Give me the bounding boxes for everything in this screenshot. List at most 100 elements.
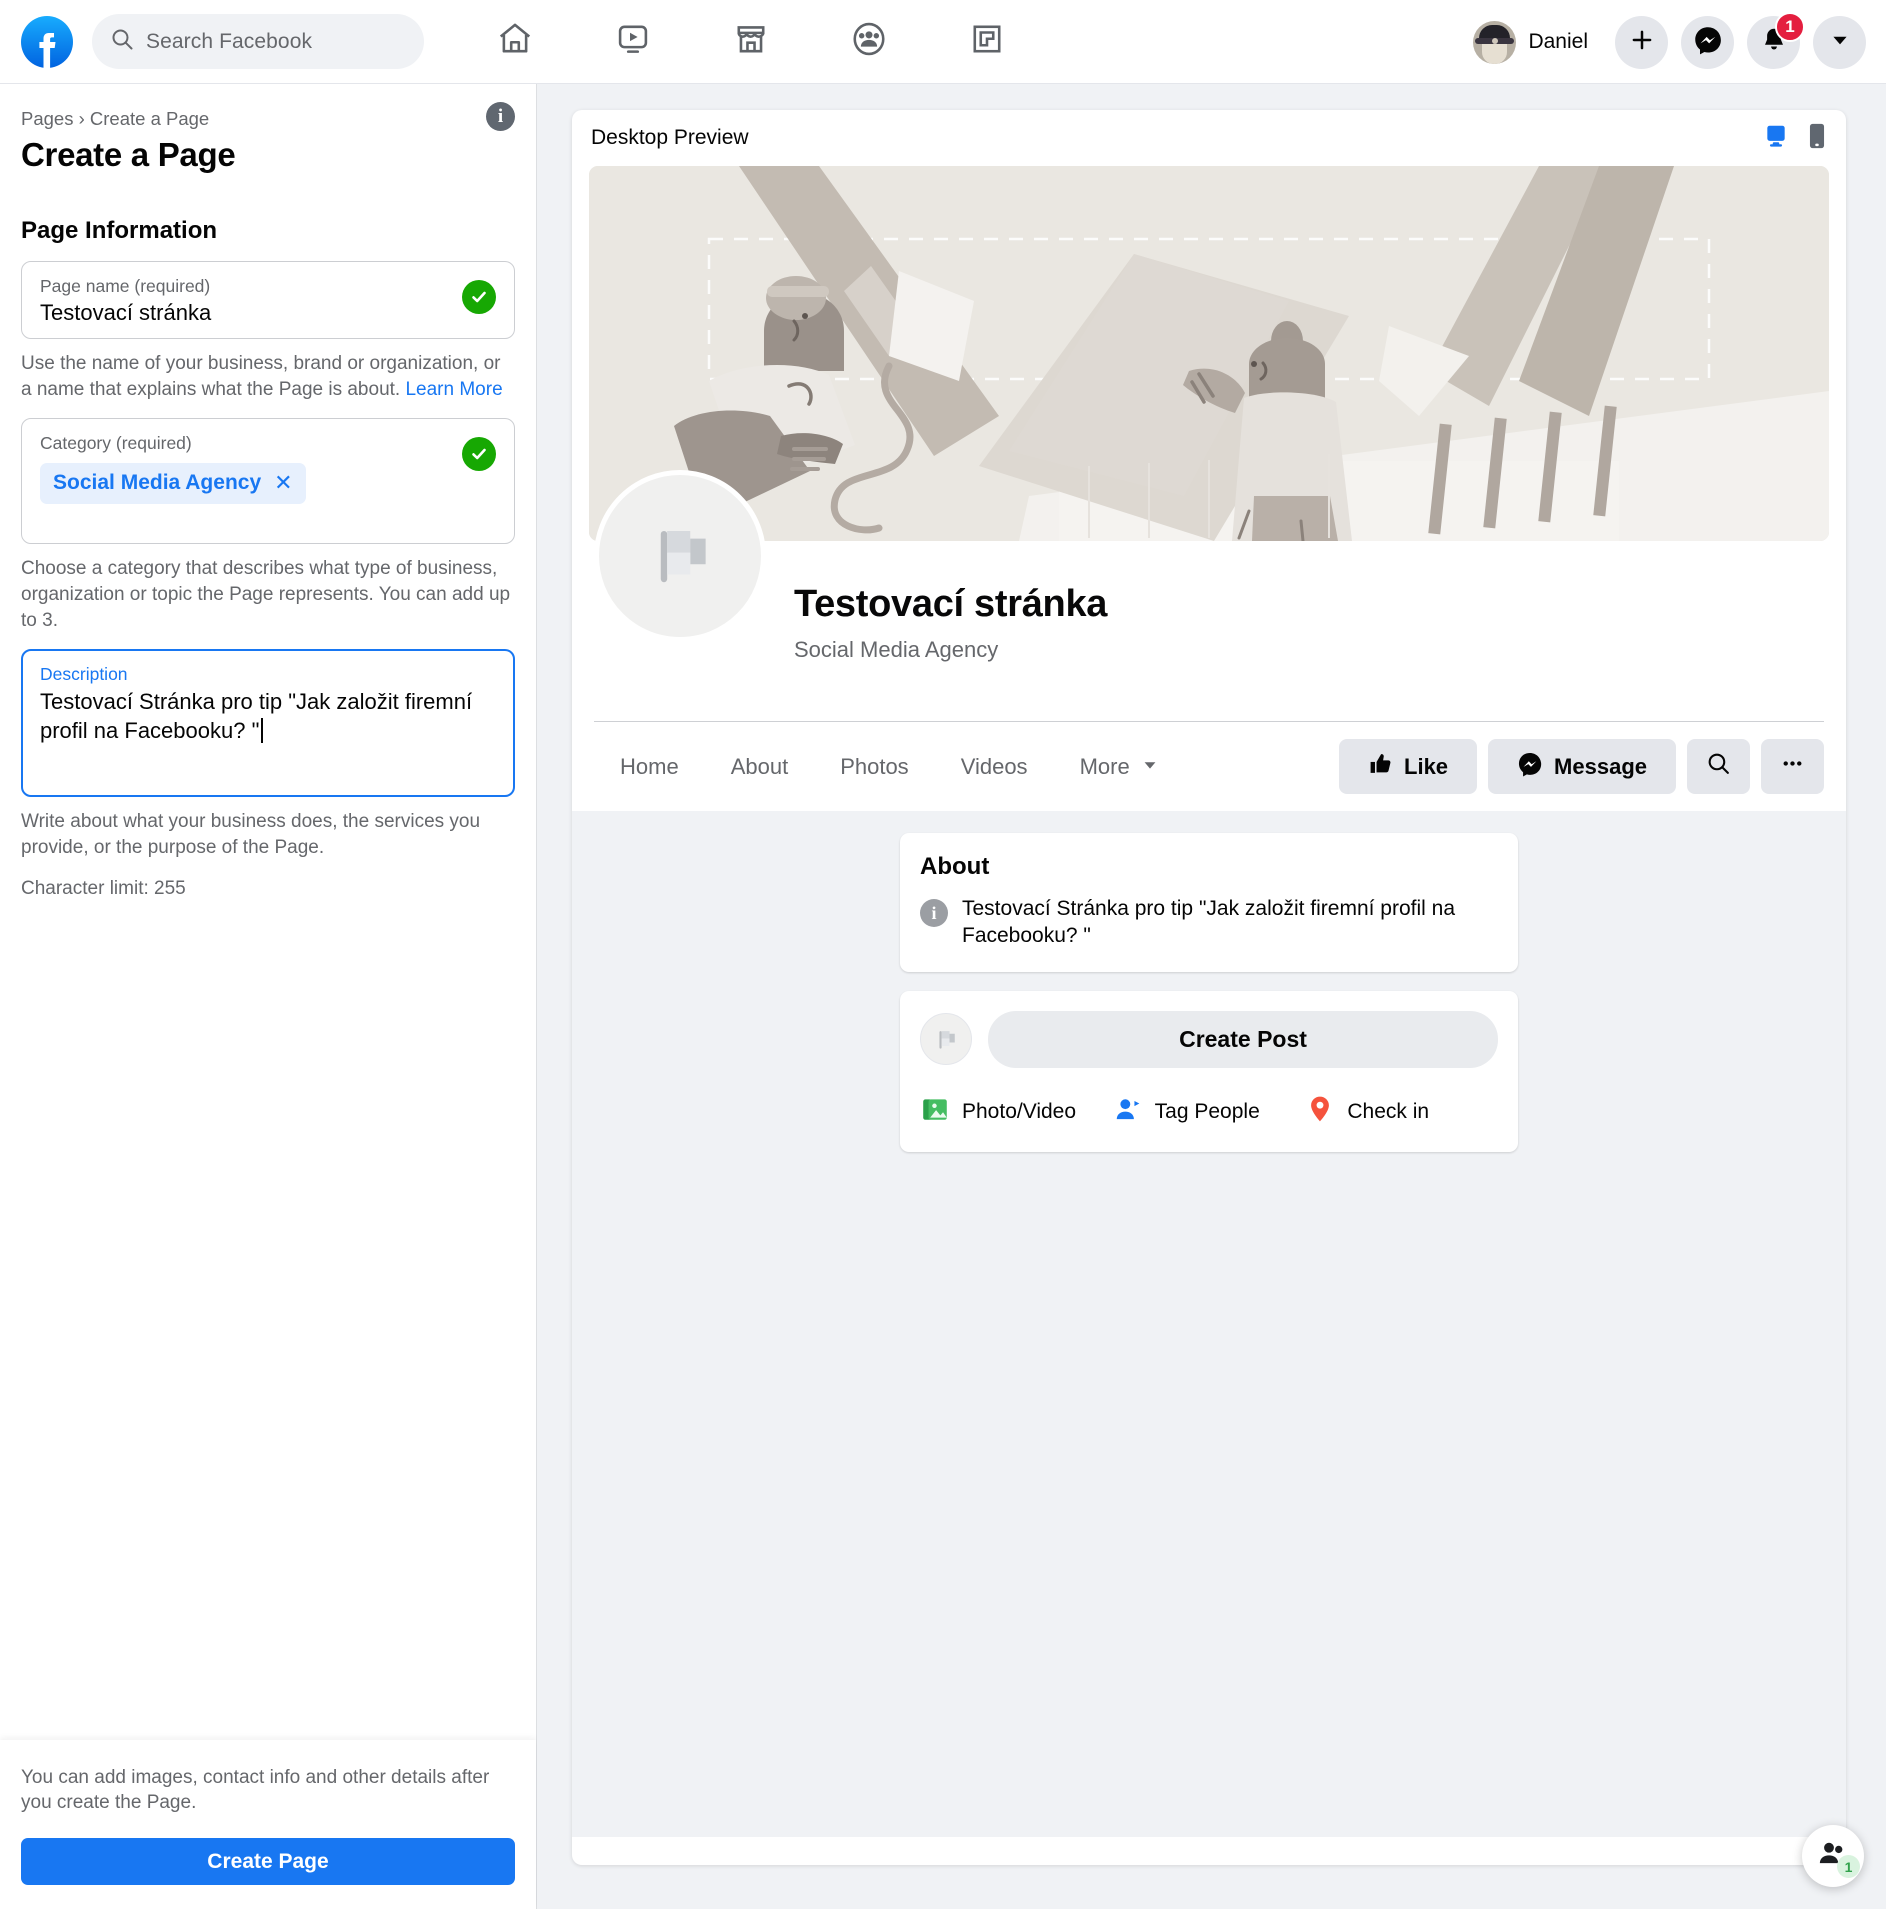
- cover-photo[interactable]: [589, 166, 1829, 541]
- category-field[interactable]: Category (required) Social Media Agency …: [21, 418, 515, 545]
- create-button[interactable]: [1615, 15, 1668, 69]
- desktop-preview-card: Desktop Preview Testovací stránka Social…: [572, 110, 1846, 1865]
- tab-about-label: About: [730, 753, 789, 779]
- tag-people-button[interactable]: Tag People: [1113, 1094, 1306, 1130]
- page-name-label: Page name (required): [40, 276, 211, 296]
- nav-groups[interactable]: [810, 10, 928, 74]
- preview-header: Desktop Preview: [572, 110, 1846, 166]
- ellipsis-icon: [1780, 751, 1805, 782]
- about-card-heading: About: [920, 853, 990, 880]
- main-navigation-icons: [456, 10, 1046, 74]
- page-name-field[interactable]: Page name (required) Testovací stránka: [21, 261, 515, 339]
- tab-about[interactable]: About: [705, 754, 815, 780]
- profile-button[interactable]: Daniel: [1467, 15, 1602, 70]
- mobile-phone-icon[interactable]: [1807, 123, 1827, 154]
- create-post-input[interactable]: Create Post: [988, 1010, 1498, 1068]
- flag-placeholder-icon: [920, 1013, 972, 1066]
- facebook-logo-icon[interactable]: [21, 15, 73, 68]
- footer-note: You can add images, contact info and oth…: [21, 1766, 490, 1814]
- description-text: Testovací Stránka pro tip "Jak založit f…: [40, 689, 473, 744]
- avatar: [1473, 20, 1517, 64]
- tag-people-label: Tag People: [1154, 1099, 1260, 1123]
- check-in-label: Check in: [1347, 1099, 1430, 1123]
- about-card-row: i Testovací Stránka pro tip "Jak založit…: [920, 896, 1498, 950]
- breadcrumb[interactable]: Pages › Create a Page: [21, 108, 515, 130]
- desktop-monitor-icon[interactable]: [1763, 123, 1789, 154]
- nav-marketplace[interactable]: [692, 10, 810, 74]
- plus-icon: [1629, 27, 1655, 58]
- search-placeholder: Search Facebook: [146, 29, 313, 53]
- preview-title: Desktop Preview: [591, 126, 749, 149]
- create-post-actions: Photo/Video Tag People Check in: [920, 1094, 1498, 1130]
- messenger-button[interactable]: [1681, 15, 1734, 69]
- page-tab-bar: Home About Photos Videos More Like Messa…: [594, 721, 1824, 811]
- photo-video-button[interactable]: Photo/Video: [920, 1094, 1113, 1130]
- search-input[interactable]: Search Facebook: [92, 14, 424, 69]
- search-icon: [110, 27, 134, 56]
- page-search-button[interactable]: [1687, 739, 1750, 794]
- create-post-row: Create Post: [920, 1010, 1498, 1068]
- preview-page-category: Social Media Agency: [794, 637, 999, 662]
- nav-home[interactable]: [456, 10, 574, 74]
- home-icon: [496, 20, 534, 63]
- page-more-options-button[interactable]: [1761, 739, 1824, 794]
- search-icon: [1706, 751, 1731, 782]
- cover-photo-illustration: [589, 166, 1829, 541]
- photo-video-icon: [920, 1094, 950, 1130]
- page-action-buttons: Like Message: [1339, 739, 1824, 794]
- page-name-help: Use the name of your business, brand or …: [21, 351, 515, 402]
- nav-gaming[interactable]: [928, 10, 1046, 74]
- top-bar-right-cluster: Daniel 1: [1467, 0, 1866, 84]
- profile-name: Daniel: [1528, 30, 1588, 53]
- nav-watch[interactable]: [574, 10, 692, 74]
- gaming-controller-icon: [968, 20, 1006, 63]
- category-chip-label: Social Media Agency: [53, 471, 262, 495]
- description-label: Description: [40, 664, 128, 685]
- create-post-card: Create Post Photo/Video Tag People Check…: [900, 990, 1518, 1152]
- photo-video-label: Photo/Video: [962, 1099, 1077, 1123]
- tab-videos[interactable]: Videos: [935, 754, 1054, 780]
- messenger-icon: [1517, 751, 1543, 783]
- character-limit: Character limit: 255: [21, 878, 186, 900]
- people-group-icon: [850, 20, 888, 63]
- chevron-down-icon: [1829, 29, 1851, 56]
- location-pin-icon: [1305, 1094, 1335, 1130]
- description-field[interactable]: Description Testovací Stránka pro tip "J…: [21, 649, 515, 798]
- contacts-floating-button[interactable]: 1: [1802, 1825, 1864, 1887]
- account-menu-button[interactable]: [1813, 15, 1866, 69]
- check-circle-icon: [462, 280, 496, 314]
- flag-placeholder-icon: [639, 513, 721, 600]
- contacts-badge: 1: [1837, 1855, 1860, 1878]
- page-profile-picture[interactable]: [594, 470, 766, 642]
- messenger-icon: [1693, 25, 1723, 60]
- tab-videos-label: Videos: [960, 753, 1028, 779]
- notifications-button[interactable]: 1: [1747, 11, 1805, 69]
- create-page-button[interactable]: Create Page: [21, 1838, 515, 1885]
- section-heading-page-information: Page Information: [21, 217, 218, 244]
- video-play-icon: [614, 20, 652, 63]
- tab-photos-label: Photos: [840, 753, 909, 779]
- tab-photos[interactable]: Photos: [814, 754, 935, 780]
- learn-more-link[interactable]: Learn More: [405, 379, 502, 400]
- like-button[interactable]: Like: [1339, 739, 1478, 794]
- message-button[interactable]: Message: [1488, 739, 1676, 794]
- description-help: Write about what your business does, the…: [21, 811, 481, 858]
- top-navigation-bar: Search Facebook Daniel 1: [0, 0, 1886, 84]
- page-profile-row: Testovací stránka Social Media Agency: [572, 470, 1846, 721]
- create-page-sidebar: i Pages › Create a Page Create a Page Pa…: [0, 84, 537, 1909]
- page-name-value: Testovací stránka: [40, 300, 212, 325]
- tab-more[interactable]: More: [1054, 754, 1185, 780]
- check-in-button[interactable]: Check in: [1305, 1094, 1498, 1130]
- close-icon[interactable]: ✕: [274, 470, 292, 496]
- description-value: Testovací Stránka pro tip "Jak založit f…: [40, 687, 496, 745]
- tab-more-label: More: [1079, 753, 1130, 779]
- category-label: Category (required): [40, 433, 192, 454]
- category-chip[interactable]: Social Media Agency ✕: [40, 463, 306, 505]
- tab-home[interactable]: Home: [594, 754, 705, 780]
- tag-people-icon: [1113, 1094, 1143, 1130]
- info-icon[interactable]: i: [486, 102, 515, 131]
- text-cursor: [261, 718, 264, 744]
- about-card: About i Testovací Stránka pro tip "Jak z…: [900, 833, 1518, 972]
- preview-area: Desktop Preview Testovací stránka Social…: [537, 84, 1886, 1909]
- info-icon: i: [920, 899, 948, 927]
